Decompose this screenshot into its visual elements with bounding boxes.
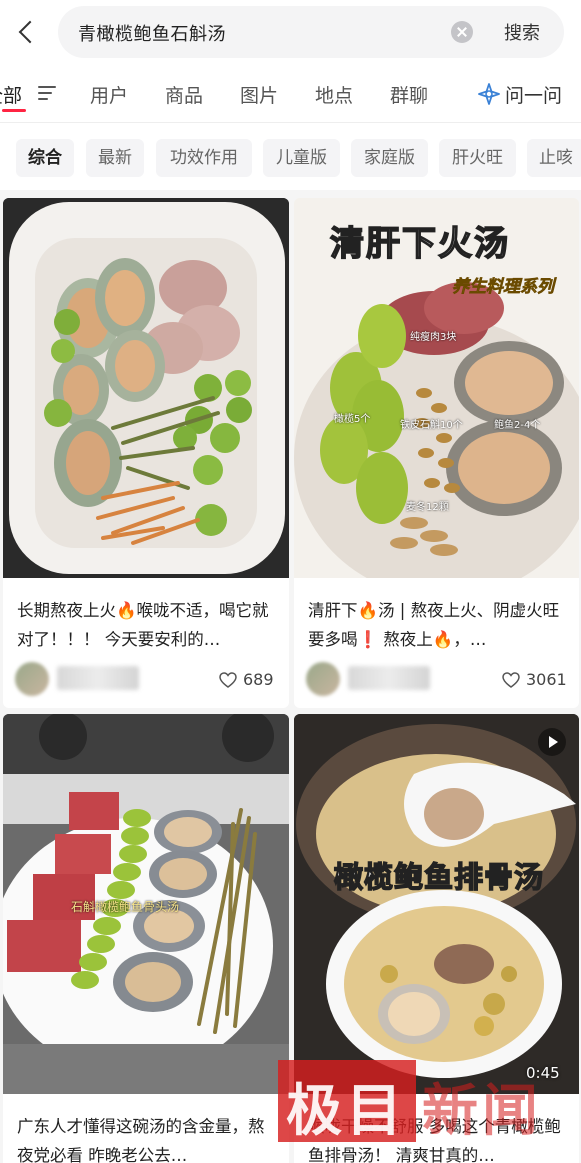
search-button[interactable]: 搜索 [504,19,540,45]
ingredient-label: 橄榄5个 [334,414,371,425]
author-avatar[interactable] [15,662,49,696]
note-card[interactable]: 长期熬夜上火🔥喉咙不适，喝它就对了！！！ 今天要安利的… 689 [3,198,289,708]
note-title: 长期熬夜上火🔥喉咙不适，喝它就对了！！！ 今天要安利的… [17,601,269,649]
like-count: 3061 [526,670,567,689]
search-input[interactable]: 青橄榄鲍鱼石斛汤 搜索 [58,6,564,58]
clear-icon[interactable] [451,21,473,43]
search-header: 青橄榄鲍鱼石斛汤 搜索 [0,0,581,64]
tab-products[interactable]: 商品 [165,81,203,108]
note-title: 清肝下🔥汤 | 熬夜上火、阴虚火旺要多喝❗ 熬夜上🔥，… [308,601,560,649]
filter-chips: 综合 最新 功效作用 儿童版 家庭版 肝火旺 止咳 [0,139,581,179]
chip-effects[interactable]: 功效作用 [156,139,252,177]
chip-liver-fire[interactable]: 肝火旺 [439,139,516,177]
jimu-news-watermark: 极目 新闻 [278,1060,553,1144]
ingredient-label: 鲍鱼2-4个 [494,420,541,431]
tab-group-chats[interactable]: 群聊 [390,81,428,108]
like-count: 689 [243,670,274,689]
ingredient-label: 麦冬12颗 [406,502,449,513]
cover-headline: 清肝下火汤 [329,223,510,265]
tab-images[interactable]: 图片 [240,81,278,108]
note-title: 广东人才懂得这碗汤的含金量，熬夜党必看 昨晚老公去… [17,1117,265,1163]
chip-family[interactable]: 家庭版 [351,139,428,177]
chip-comprehensive[interactable]: 综合 [16,139,74,177]
note-cover-image: 石斛橄榄鲍鱼骨头汤 [3,714,289,1094]
ingredient-label: 铁皮石斛10个 [400,420,463,431]
tab-ask[interactable]: 问一问 [505,81,562,108]
chip-kids[interactable]: 儿童版 [263,139,340,177]
tab-all[interactable]: 全部 [0,81,22,108]
active-tab-indicator [2,109,26,112]
note-card[interactable]: 清肝下火汤 养生料理系列 纯瘦肉3块 橄榄5个 铁皮石斛10个 鲍鱼2-4个 麦… [294,198,579,708]
video-play-icon[interactable] [538,728,566,756]
cover-subtitle: 养生料理系列 [452,277,555,298]
search-query[interactable]: 青橄榄鲍鱼石斛汤 [78,20,226,46]
back-icon[interactable] [14,16,40,48]
note-cover-image: 清肝下火汤 养生料理系列 纯瘦肉3块 橄榄5个 铁皮石斛10个 鲍鱼2-4个 麦… [294,198,579,578]
note-cover-image [3,198,289,578]
cover-overlay-text: 石斛橄榄鲍鱼骨头汤 [71,900,180,914]
author-name-blurred[interactable] [348,666,430,690]
note-video-cover: 橄榄鲍鱼排骨汤 0:45 [294,714,579,1094]
author-avatar[interactable] [306,662,340,696]
tabs-divider [0,122,581,123]
author-name-blurred[interactable] [57,666,139,690]
sparkle-icon[interactable] [478,83,500,105]
heart-icon[interactable] [502,672,520,688]
filter-icon[interactable] [38,86,56,100]
category-tabs: 全部 用户 商品 图片 地点 群聊 问一问 [0,64,581,122]
chip-latest[interactable]: 最新 [86,139,144,177]
watermark-text: 极目 [286,1079,406,1144]
heart-icon[interactable] [219,672,237,688]
chip-cough[interactable]: 止咳 [527,139,581,177]
note-card[interactable]: 石斛橄榄鲍鱼骨头汤 广东人才懂得这碗汤的含金量，熬夜党必看 昨晚老公去… [3,714,289,1163]
results-feed: 长期熬夜上火🔥喉咙不适，喝它就对了！！！ 今天要安利的… 689 清肝下火汤 养… [0,190,581,1163]
watermark-text: 新闻 [422,1079,542,1144]
cover-headline: 橄榄鲍鱼排骨汤 [333,859,545,894]
tab-places[interactable]: 地点 [315,81,353,108]
ingredient-label: 纯瘦肉3块 [410,332,457,343]
tab-users[interactable]: 用户 [90,81,128,108]
